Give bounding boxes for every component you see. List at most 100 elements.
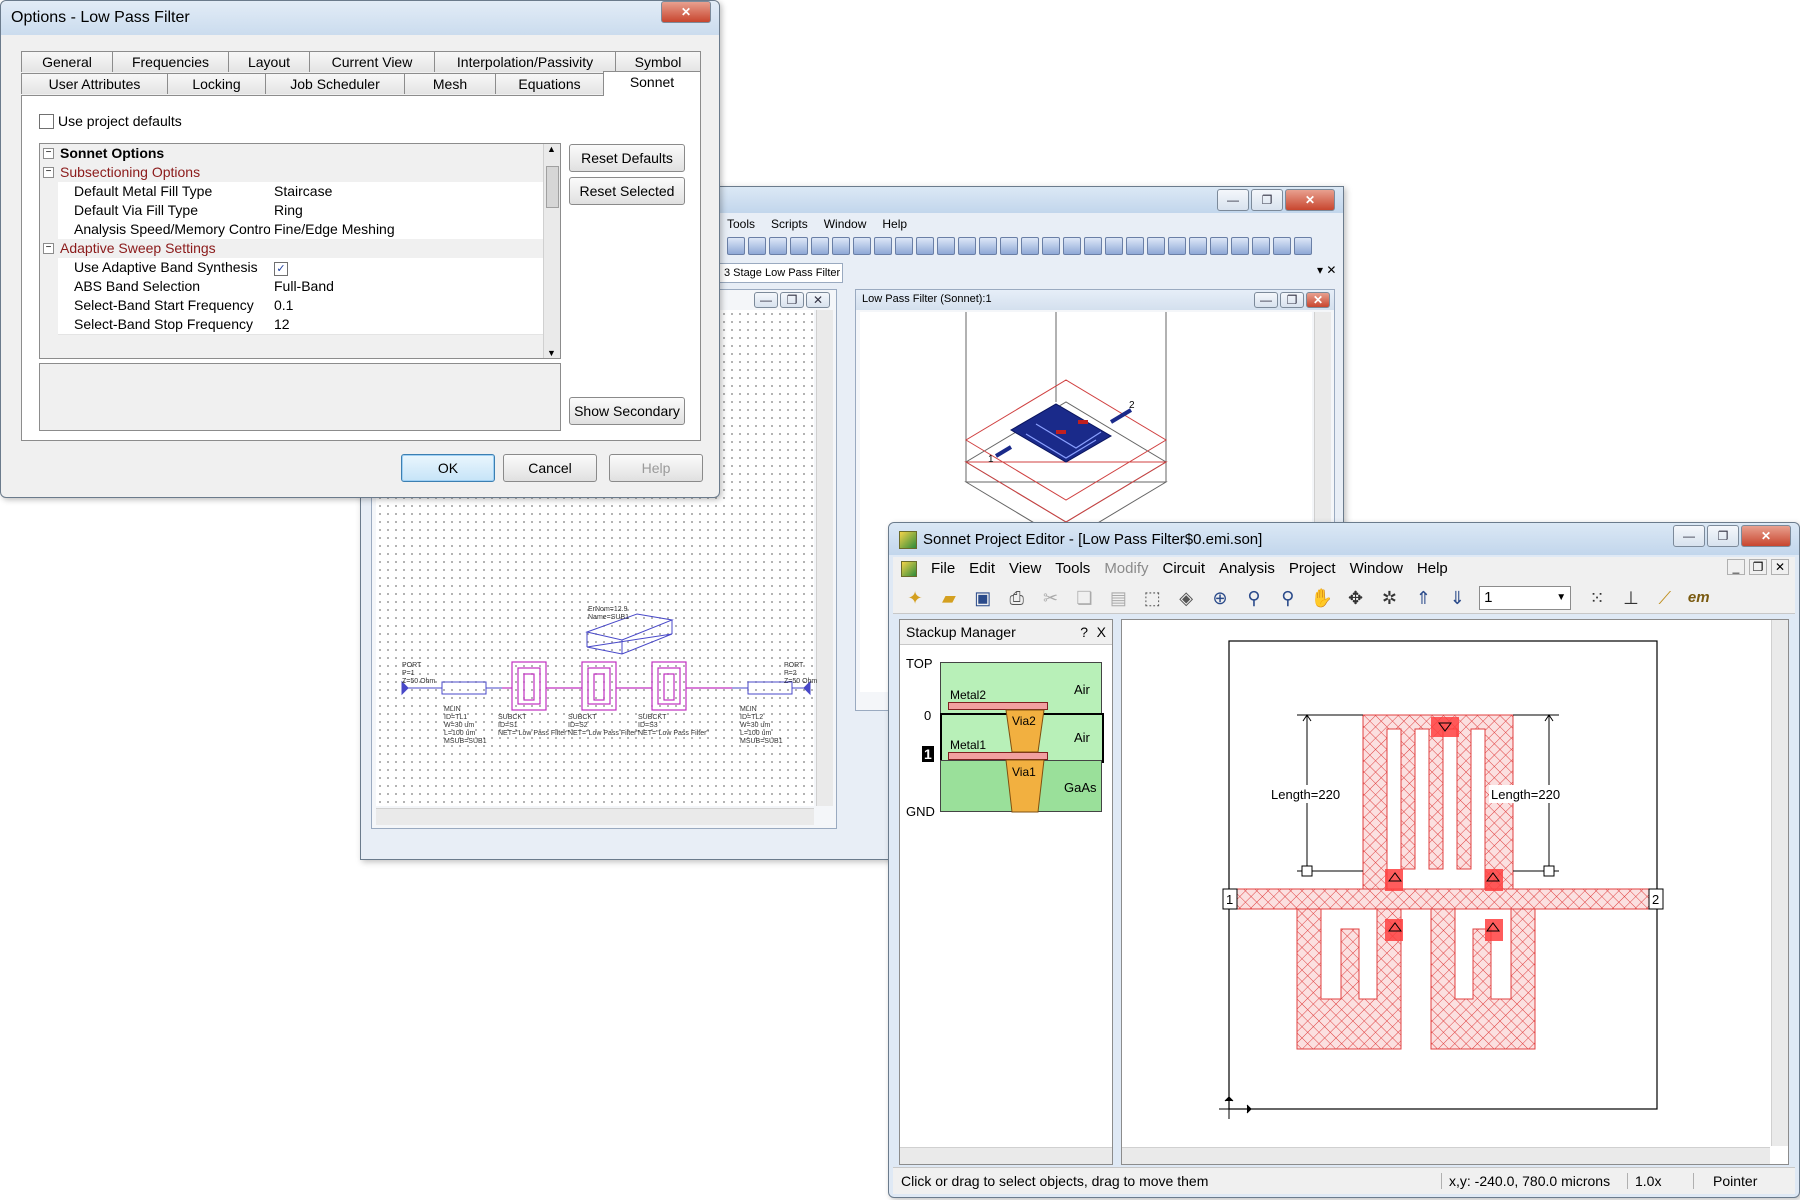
level-down-icon[interactable]: ⇓	[1445, 586, 1469, 610]
grid-row-abs[interactable]: Use Adaptive Band Synthesis ✓	[40, 258, 560, 278]
grid-row-start-freq[interactable]: Select-Band Start Frequency 0.1	[40, 296, 560, 316]
pan-hand-icon[interactable]: ✋	[1310, 586, 1334, 610]
toolbar-icon[interactable]	[1210, 237, 1228, 255]
toolbar-icon[interactable]	[1063, 237, 1081, 255]
toolbar-icon[interactable]	[1021, 237, 1039, 255]
minimize-icon[interactable]: —	[1254, 292, 1278, 308]
toolbar-icon[interactable]	[1231, 237, 1249, 255]
mdi-close-icon[interactable]: ✕	[1771, 559, 1789, 575]
tab-job-scheduler[interactable]: Job Scheduler	[265, 73, 405, 94]
show-secondary-button[interactable]: Show Secondary	[569, 397, 685, 425]
doc-tab-close-icon[interactable]: ▾ ✕	[1317, 263, 1336, 277]
toolbar-icon[interactable]	[790, 237, 808, 255]
paste-icon[interactable]: ▤	[1106, 586, 1130, 610]
view-3d-icon[interactable]: ◈	[1174, 586, 1198, 610]
toolbar-icon[interactable]	[1126, 237, 1144, 255]
toolbar-icon[interactable]	[1273, 237, 1291, 255]
use-project-defaults-checkbox[interactable]	[39, 113, 54, 129]
close-icon[interactable]: ✕	[661, 1, 711, 23]
grid-row-stop-freq[interactable]: Select-Band Stop Frequency 12	[40, 315, 560, 335]
horizontal-scrollbar[interactable]	[376, 808, 814, 825]
collapse-icon[interactable]: −	[43, 243, 54, 254]
menu-help[interactable]: Help	[882, 217, 907, 231]
feed-line[interactable]	[1230, 888, 1656, 910]
restore-icon[interactable]: ❐	[780, 292, 804, 308]
grid-row-via-fill[interactable]: Default Via Fill Type Ring	[40, 201, 560, 221]
restore-icon[interactable]: ❐	[1280, 292, 1304, 308]
lower-meander-right[interactable]	[1430, 908, 1536, 1050]
category-subsectioning[interactable]: − Subsectioning Options	[40, 163, 560, 183]
toolbar-icon[interactable]	[853, 237, 871, 255]
zoom-fit-icon[interactable]: ⚲	[1276, 586, 1300, 610]
zoom-box-icon[interactable]: ⊕	[1208, 586, 1232, 610]
vertical-scrollbar[interactable]	[816, 310, 833, 806]
use-project-defaults[interactable]: Use project defaults	[39, 113, 182, 129]
grid-row-abs-band[interactable]: ABS Band Selection Full-Band	[40, 277, 560, 297]
scroll-down-icon[interactable]: ▼	[547, 348, 556, 358]
tab-layout[interactable]: Layout	[228, 51, 310, 72]
minimize-icon[interactable]: —	[754, 292, 778, 308]
menu-circuit[interactable]: Circuit	[1163, 560, 1206, 577]
toolbar-icon[interactable]	[1147, 237, 1165, 255]
select-rect-icon[interactable]: ⬚	[1140, 586, 1164, 610]
help-button[interactable]: Help	[609, 454, 703, 482]
document-tab[interactable]: 3 Stage Low Pass Filter	[719, 263, 843, 283]
close-icon[interactable]: ✕	[1306, 292, 1330, 308]
scroll-thumb[interactable]	[546, 166, 559, 208]
toolbar-icon[interactable]	[1105, 237, 1123, 255]
row-value[interactable]: Staircase	[270, 182, 560, 202]
tab-interpolation-passivity[interactable]: Interpolation/Passivity	[434, 51, 616, 72]
horizontal-scrollbar[interactable]	[1122, 1147, 1770, 1164]
toolbar-icon[interactable]	[769, 237, 787, 255]
tab-general[interactable]: General	[21, 51, 113, 72]
grid-row-metal-fill[interactable]: Default Metal Fill Type Staircase	[40, 182, 560, 202]
vertical-scrollbar[interactable]	[1771, 620, 1788, 1146]
toolbar-icon[interactable]	[937, 237, 955, 255]
abs-checkbox[interactable]: ✓	[274, 262, 288, 276]
mdi-minimize-icon[interactable]: _	[1727, 559, 1745, 575]
tab-current-view[interactable]: Current View	[309, 51, 435, 72]
mdi-restore-icon[interactable]: ❐	[1749, 559, 1767, 575]
tab-user-attributes[interactable]: User Attributes	[21, 73, 168, 94]
stackup-close-icon[interactable]: X	[1097, 624, 1106, 640]
reset-selected-button[interactable]: Reset Selected	[569, 177, 685, 205]
level-select[interactable]: 1 ▼	[1479, 586, 1572, 611]
toolbar-icon[interactable]	[958, 237, 976, 255]
minimize-icon[interactable]: —	[1673, 525, 1705, 547]
port1-label[interactable]: 1	[1226, 892, 1233, 907]
menu-tools[interactable]: Tools	[1055, 560, 1090, 577]
tab-equations[interactable]: Equations	[495, 73, 604, 94]
stackup-hscroll[interactable]	[900, 1147, 1112, 1164]
collapse-icon[interactable]: −	[43, 167, 54, 178]
toolbar-icon[interactable]	[1294, 237, 1312, 255]
stackup-help-icon[interactable]: ?	[1080, 624, 1088, 640]
stackup-level1-label[interactable]: 1	[922, 746, 934, 762]
print-icon[interactable]: ⎙	[1005, 586, 1029, 610]
menu-file[interactable]: File	[931, 560, 955, 577]
ok-button[interactable]: OK	[401, 454, 495, 482]
menu-edit[interactable]: Edit	[969, 560, 995, 577]
menu-scripts[interactable]: Scripts	[771, 217, 808, 231]
menu-view[interactable]: View	[1009, 560, 1041, 577]
grid-row-analysis-speed[interactable]: Analysis Speed/Memory Control Fine/Edge …	[40, 220, 560, 240]
toolbar-icon[interactable]	[832, 237, 850, 255]
row-value[interactable]: Full-Band	[270, 277, 560, 297]
grid-header[interactable]: − Sonnet Options	[40, 144, 560, 163]
row-value[interactable]: Ring	[270, 201, 560, 221]
open-folder-icon[interactable]: ▰	[937, 586, 961, 610]
tab-symbol[interactable]: Symbol	[615, 51, 701, 72]
toolbar-icon[interactable]	[811, 237, 829, 255]
zoom-icon[interactable]: ⚲	[1242, 586, 1266, 610]
menu-analysis[interactable]: Analysis	[1219, 560, 1275, 577]
toolbar-icon[interactable]	[1189, 237, 1207, 255]
cancel-button[interactable]: Cancel	[503, 454, 597, 482]
em-icon[interactable]: em	[1687, 586, 1711, 610]
collapse-icon[interactable]: −	[43, 148, 54, 159]
menu-project[interactable]: Project	[1289, 560, 1336, 577]
rotate-icon[interactable]: ✲	[1377, 586, 1401, 610]
row-value[interactable]: 0.1	[270, 296, 560, 316]
grid-icon[interactable]: ⁙	[1585, 586, 1609, 610]
ruler-icon[interactable]: ⟋	[1653, 586, 1677, 610]
close-icon[interactable]: ✕	[1285, 189, 1335, 211]
category-adaptive-sweep[interactable]: − Adaptive Sweep Settings	[40, 239, 560, 259]
